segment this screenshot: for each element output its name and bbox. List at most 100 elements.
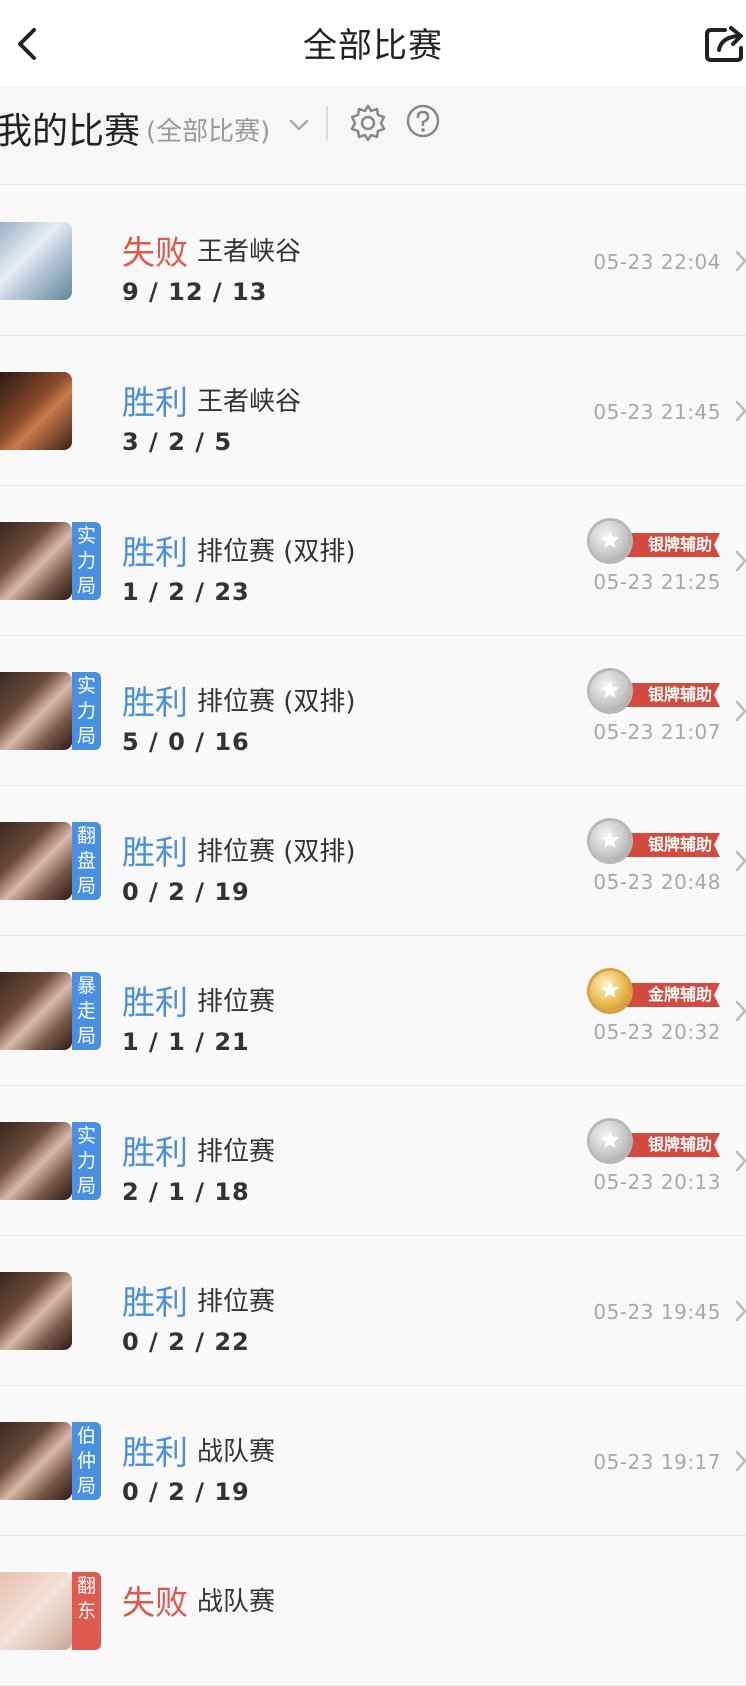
hero-avatar (0, 1422, 72, 1500)
chevron-right-icon[interactable] (736, 1148, 746, 1174)
chevron-right-icon[interactable] (736, 1448, 746, 1474)
match-time: 05-23 20:32 (593, 1020, 721, 1044)
chevron-right-icon[interactable] (736, 398, 746, 424)
medal-icon (590, 971, 630, 1011)
match-row[interactable]: 实力局胜利 排位赛 (双排) 5 / 0 / 16 银牌辅助 05-23 21:07 (0, 636, 746, 786)
hero-avatar (0, 972, 72, 1050)
match-row[interactable]: 实力局胜利 排位赛 2 / 1 / 18 银牌辅助 05-23 20:13 (0, 1086, 746, 1236)
chevron-right-icon[interactable] (736, 1298, 746, 1324)
match-result: 失败 (122, 1583, 188, 1622)
match-time: 05-23 21:07 (593, 720, 721, 744)
match-kda: 0 / 2 / 19 (122, 1478, 250, 1506)
match-kda: 1 / 2 / 23 (122, 578, 250, 606)
match-row[interactable]: 伯仲局胜利 战队赛 0 / 2 / 19 05-23 19:17 (0, 1386, 746, 1536)
page-title: 全部比赛 (303, 26, 443, 66)
match-row[interactable]: 翻东失败 战队赛 (0, 1536, 746, 1686)
hero-avatar (0, 1572, 72, 1650)
match-mode: 排位赛 (197, 1287, 276, 1317)
hero-avatar (0, 372, 72, 450)
match-row[interactable]: 胜利 排位赛 0 / 2 / 22 05-23 19:45 (0, 1236, 746, 1386)
match-result: 胜利 (122, 1283, 188, 1322)
medal-label: 银牌辅助 (620, 683, 720, 707)
divider (326, 106, 328, 140)
match-result: 失败 (122, 233, 188, 272)
match-mode: 战队赛 (197, 1587, 276, 1617)
chevron-right-icon[interactable] (736, 248, 746, 274)
hero-avatar (0, 672, 72, 750)
medal-icon (590, 671, 630, 711)
match-row[interactable]: 翻盘局胜利 排位赛 (双排) 0 / 2 / 19 银牌辅助 05-23 20:48 (0, 786, 746, 936)
match-kda: 0 / 2 / 22 (122, 1328, 250, 1356)
match-kda: 3 / 2 / 5 (122, 428, 233, 456)
match-kda: 5 / 0 / 16 (122, 728, 250, 756)
match-mode: 排位赛 (双排) (197, 687, 356, 717)
match-kda: 1 / 1 / 21 (122, 1028, 250, 1056)
match-kda: 9 / 12 / 13 (122, 278, 268, 306)
filter-bar: 我的比赛 (全部比赛) (0, 86, 746, 185)
medal-icon (590, 1121, 630, 1161)
match-result: 胜利 (122, 1433, 188, 1472)
match-tag-badge: 实力局 (72, 672, 101, 750)
match-result: 胜利 (122, 383, 188, 422)
chevron-right-icon[interactable] (736, 698, 746, 724)
gear-icon[interactable] (348, 103, 388, 143)
match-result: 胜利 (122, 1133, 188, 1172)
match-mode: 王者峡谷 (197, 237, 302, 267)
match-row[interactable]: 实力局胜利 排位赛 (双排) 1 / 2 / 23 银牌辅助 05-23 21:25 (0, 486, 746, 636)
match-tag-badge: 伯仲局 (72, 1422, 101, 1500)
match-time: 05-23 19:45 (593, 1300, 721, 1324)
match-result: 胜利 (122, 833, 188, 872)
match-time: 05-23 21:45 (593, 400, 721, 424)
match-mode: 排位赛 (双排) (197, 837, 356, 867)
match-row[interactable]: 暴走局胜利 排位赛 1 / 1 / 21 金牌辅助 05-23 20:32 (0, 936, 746, 1086)
match-tag-badge: 实力局 (72, 1122, 101, 1200)
help-icon[interactable] (405, 103, 441, 139)
share-icon[interactable] (703, 22, 746, 66)
match-mode: 王者峡谷 (197, 387, 302, 417)
medal-label: 银牌辅助 (620, 833, 720, 857)
medal-badge: 银牌辅助 (590, 521, 722, 565)
match-kda: 2 / 1 / 18 (122, 1178, 250, 1206)
match-time: 05-23 20:48 (593, 870, 721, 894)
match-result: 胜利 (122, 683, 188, 722)
match-time: 05-23 19:17 (593, 1450, 721, 1474)
medal-badge: 银牌辅助 (590, 1121, 722, 1165)
match-tag-badge: 翻东 (72, 1572, 101, 1650)
hero-avatar (0, 1122, 72, 1200)
match-tag-badge: 翻盘局 (72, 822, 101, 900)
match-time: 05-23 22:04 (593, 250, 721, 274)
medal-label: 银牌辅助 (620, 1133, 720, 1157)
medal-label: 金牌辅助 (620, 983, 720, 1007)
chevron-right-icon[interactable] (736, 848, 746, 874)
filter-selected-value[interactable]: (全部比赛) (146, 111, 270, 148)
match-row[interactable]: 胜利 王者峡谷 3 / 2 / 5 05-23 21:45 (0, 336, 746, 486)
hero-avatar (0, 222, 72, 300)
hero-avatar (0, 1272, 72, 1350)
match-row[interactable]: 失败 王者峡谷 9 / 12 / 13 05-23 22:04 (0, 186, 746, 336)
match-mode: 排位赛 (双排) (197, 537, 356, 567)
medal-badge: 金牌辅助 (590, 971, 722, 1015)
medal-badge: 银牌辅助 (590, 671, 722, 715)
match-time: 05-23 20:13 (593, 1170, 721, 1194)
chevron-right-icon[interactable] (736, 548, 746, 574)
medal-label: 银牌辅助 (620, 533, 720, 557)
chevron-right-icon[interactable] (736, 998, 746, 1024)
match-tag-badge: 实力局 (72, 522, 101, 600)
chevron-down-icon[interactable] (288, 114, 310, 136)
filter-title[interactable]: 我的比赛 (0, 102, 140, 154)
top-bar: 全部比赛 (0, 0, 746, 86)
medal-badge: 银牌辅助 (590, 821, 722, 865)
match-result: 胜利 (122, 533, 188, 572)
match-kda: 0 / 2 / 19 (122, 878, 250, 906)
match-mode: 排位赛 (197, 1137, 276, 1167)
match-time: 05-23 21:25 (593, 570, 721, 594)
hero-avatar (0, 822, 72, 900)
match-tag-badge: 暴走局 (72, 972, 101, 1050)
match-mode: 战队赛 (197, 1437, 276, 1467)
medal-icon (590, 521, 630, 561)
hero-avatar (0, 522, 72, 600)
medal-icon (590, 821, 630, 861)
match-list: 失败 王者峡谷 9 / 12 / 13 05-23 22:04 胜利 王者峡谷 3 / 2 … (0, 186, 746, 1686)
match-mode: 排位赛 (197, 987, 276, 1017)
match-result: 胜利 (122, 983, 188, 1022)
